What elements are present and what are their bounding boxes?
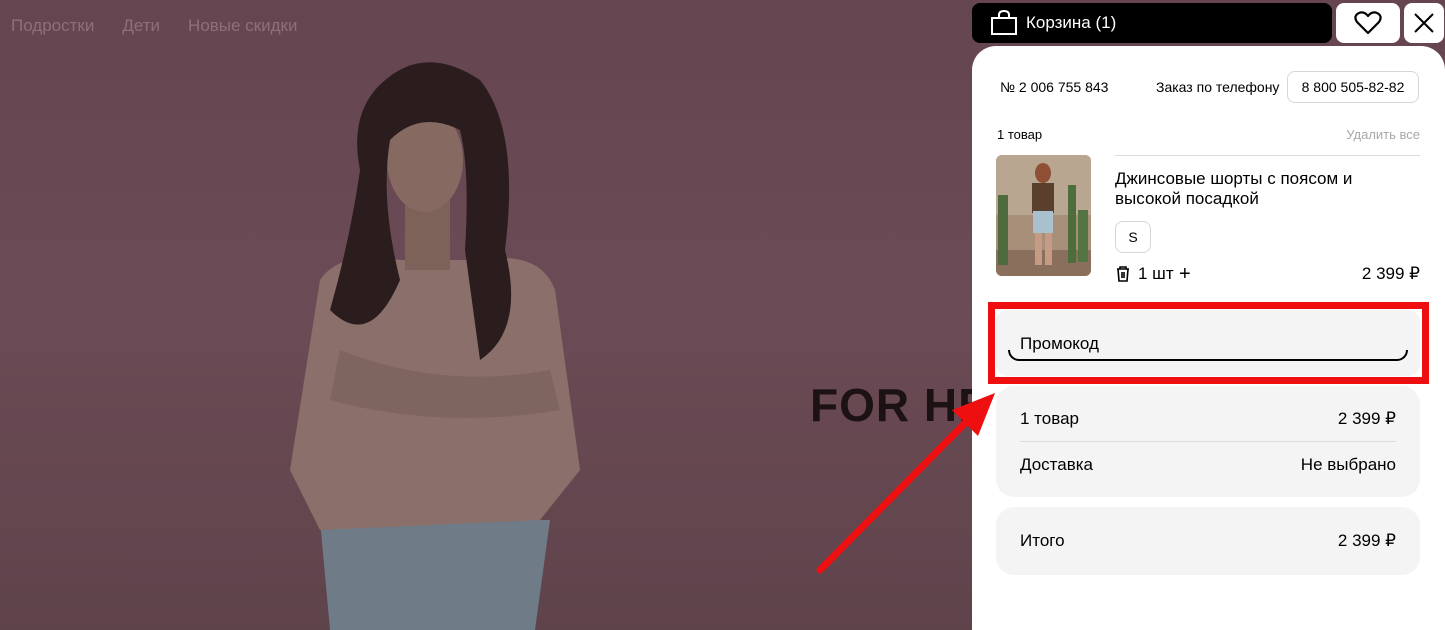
hero-text: FOR HER	[810, 379, 980, 431]
cart-header-label: Корзина (1)	[1026, 13, 1117, 32]
promo-code-input[interactable]: Промокод	[996, 310, 1420, 376]
phone-order-label: Заказ по телефону	[1156, 79, 1280, 95]
order-number: № 2 006 755 843	[1000, 79, 1109, 95]
shopping-bag-icon	[991, 10, 1017, 35]
cart-header-button[interactable]: Корзина (1)	[972, 3, 1332, 43]
phone-number-button[interactable]: 8 800 505-82-82	[1287, 71, 1419, 103]
total-value: 2 399 ₽	[1337, 531, 1396, 550]
product-thumbnail[interactable]	[996, 155, 1091, 276]
divider	[1115, 155, 1420, 156]
close-button[interactable]	[1404, 3, 1444, 43]
summary-items-label: 1 товар	[1020, 409, 1079, 428]
size-chip: S	[1115, 221, 1151, 253]
total-row: Итого 2 399 ₽	[1020, 531, 1396, 551]
plus-icon[interactable]: +	[1179, 263, 1191, 286]
top-nav: Подростки Дети Новые скидки	[11, 16, 298, 36]
nav-item-new-discounts[interactable]: Новые скидки	[188, 16, 297, 36]
delete-all-button[interactable]: Удалить все	[1346, 127, 1420, 142]
nav-item-teens[interactable]: Подростки	[11, 16, 94, 36]
cart-drawer: № 2 006 755 843 Заказ по телефону 8 800 …	[972, 46, 1445, 630]
summary-delivery-value: Не выбрано	[1300, 455, 1396, 474]
favorites-button[interactable]	[1336, 3, 1400, 43]
item-price: 2 399 ₽	[1361, 264, 1420, 283]
order-total: Итого 2 399 ₽	[996, 507, 1420, 575]
order-summary: 1 товар 2 399 ₽ Доставка Не выбрано	[996, 386, 1420, 497]
promo-input-underline	[1008, 350, 1408, 361]
close-icon	[1414, 13, 1434, 33]
summary-delivery-label: Доставка	[1020, 455, 1094, 474]
trash-icon[interactable]	[1115, 265, 1131, 283]
product-title[interactable]: Джинсовые шорты с поясом и высокой посад…	[1115, 169, 1405, 209]
nav-item-kids[interactable]: Дети	[122, 16, 160, 36]
summary-items-value: 2 399 ₽	[1337, 409, 1396, 428]
heart-icon	[1354, 11, 1382, 35]
total-label: Итого	[1020, 531, 1065, 550]
summary-delivery-row: Доставка Не выбрано	[1020, 455, 1396, 475]
cart-item-count: 1 товар	[997, 127, 1043, 142]
divider	[1020, 441, 1396, 442]
quantity-value: 1 шт	[1138, 264, 1174, 283]
summary-items-row: 1 товар 2 399 ₽	[1020, 409, 1396, 429]
hero-model-image	[290, 62, 580, 630]
